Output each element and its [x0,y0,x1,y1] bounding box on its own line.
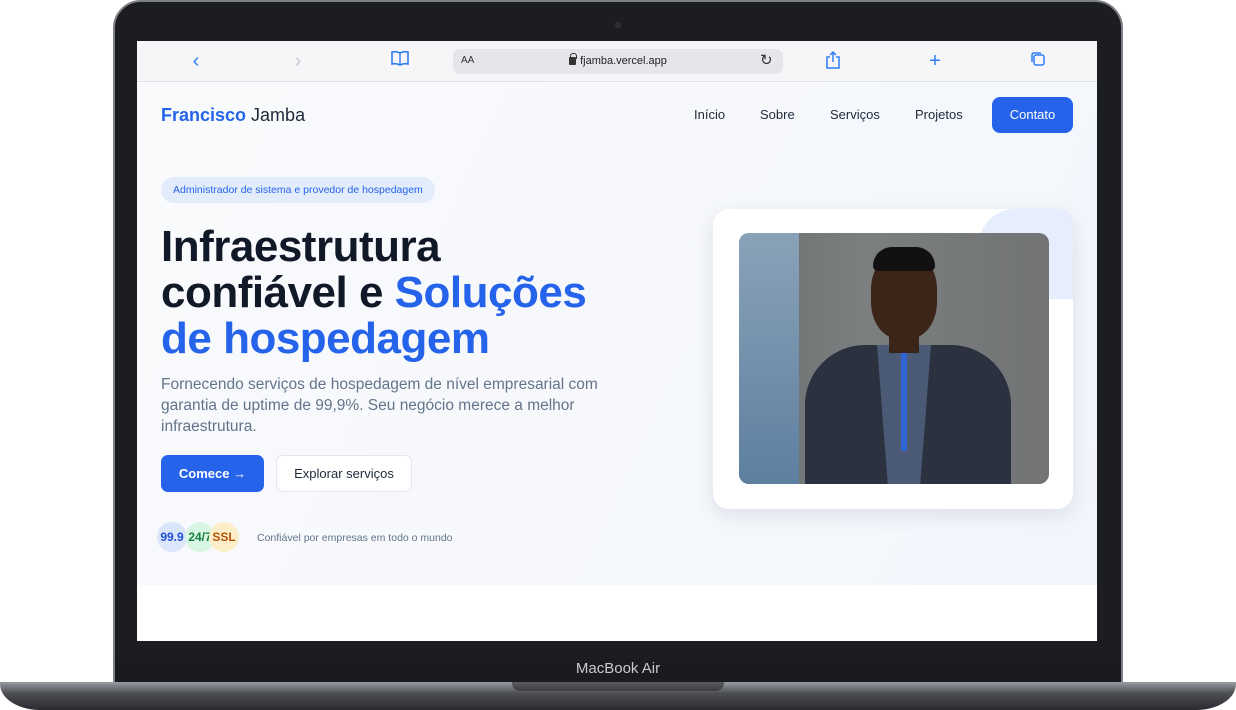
share-icon[interactable] [822,50,844,72]
nav-inicio[interactable]: Início [694,107,725,122]
browser-toolbar: ‹ › AA fjamba.vercel.app ↻ + [137,41,1097,82]
url-text: fjamba.vercel.app [580,55,667,67]
reload-icon[interactable]: ↻ [760,51,773,69]
uptime-badge: 99.9 [157,522,187,552]
ssl-badge: SSL [209,522,239,552]
new-tab-icon[interactable]: + [924,50,946,72]
nav-sobre[interactable]: Sobre [760,107,795,122]
website-page: Francisco Jamba Início Sobre Serviços Pr… [137,82,1097,585]
address-bar[interactable]: AA fjamba.vercel.app ↻ [453,49,783,74]
contact-button[interactable]: Contato [992,97,1073,133]
explore-services-button[interactable]: Explorar serviços [276,455,412,492]
laptop-notch [512,682,724,691]
get-started-button[interactable]: Comece → [161,455,264,492]
device-label: MacBook Air [575,660,661,677]
camera [615,22,621,28]
tabs-icon[interactable] [1027,50,1049,72]
lock-icon [569,53,578,65]
role-badge: Administrador de sistema e provedor de h… [161,177,435,203]
nav-servicos[interactable]: Serviços [830,107,880,122]
hero-description: Fornecendo serviços de hospedagem de nív… [161,376,598,435]
hero-title: Infraestrutura confiável e Soluções de h… [161,222,587,363]
screen: ‹ › AA fjamba.vercel.app ↻ + Francisco J… [137,41,1097,641]
nav-projetos[interactable]: Projetos [915,107,963,122]
profile-photo [739,233,1049,484]
next-section [137,585,1097,641]
back-icon[interactable]: ‹ [185,50,207,72]
forward-icon[interactable]: › [287,50,309,72]
site-logo[interactable]: Francisco Jamba [161,105,305,126]
trust-text: Confiável por empresas em todo o mundo [257,532,453,544]
bookmarks-icon[interactable] [389,50,411,72]
